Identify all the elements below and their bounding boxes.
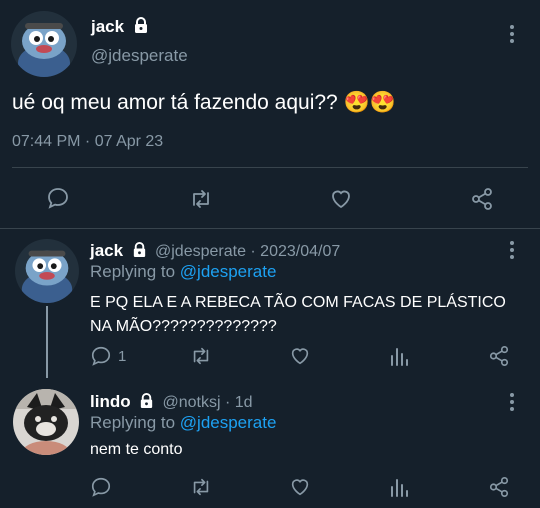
retweet-icon[interactable] [188, 187, 214, 211]
display-name[interactable]: lindo [90, 392, 131, 411]
analytics-icon[interactable] [389, 476, 409, 498]
replying-to-handle[interactable]: @jdesperate [180, 413, 277, 432]
tweet-text: nem te conto [90, 441, 183, 458]
replying-to-handle[interactable]: @jdesperate [180, 262, 277, 281]
retweet-icon[interactable] [189, 345, 213, 367]
author-row: jack @jdesperate · 2023/04/07 [90, 241, 340, 263]
avatar-image [15, 239, 79, 303]
divider [0, 228, 540, 229]
author-row: lindo @notksj · 1d [90, 392, 253, 414]
display-name[interactable]: jack [90, 241, 123, 260]
avatar[interactable] [11, 11, 77, 77]
more-icon[interactable] [509, 25, 515, 43]
tweet-text-line: E PQ ELA E A REBECA TÃO COM FACAS DE PLÁ… [90, 294, 506, 311]
avatar-image [11, 11, 77, 77]
replying-to: Replying to @jdesperate [90, 413, 276, 433]
replying-to-label: Replying to [90, 413, 180, 432]
tweet-text: E PQ ELA E A REBECA TÃO COM FACAS DE PLÁ… [90, 291, 506, 339]
tweet-meta: @jdesperate · 2023/04/07 [155, 243, 341, 260]
tweet-text: ué oq meu amor tá fazendo aqui?? 😍😍 [12, 91, 396, 114]
tweet-meta: @notksj · 1d [162, 394, 253, 411]
share-icon[interactable] [470, 187, 494, 211]
reply-icon [90, 345, 112, 367]
lock-icon [138, 392, 155, 414]
reply-count: 1 [118, 347, 127, 365]
divider [12, 167, 528, 168]
share-icon[interactable] [488, 476, 510, 498]
display-name[interactable]: jack [91, 17, 124, 36]
analytics-icon[interactable] [389, 345, 409, 367]
lock-icon [132, 16, 150, 39]
avatar[interactable] [15, 239, 79, 303]
thread-line [46, 306, 48, 378]
more-icon[interactable] [509, 241, 515, 259]
reply-icon[interactable] [90, 476, 112, 498]
like-icon[interactable] [329, 187, 353, 211]
share-icon[interactable] [488, 345, 510, 367]
more-icon[interactable] [509, 393, 515, 411]
like-icon[interactable] [289, 476, 311, 498]
handle[interactable]: @jdesperate [91, 46, 188, 66]
avatar[interactable] [13, 389, 79, 455]
like-icon[interactable] [289, 345, 311, 367]
tweet-text-line: NA MÃO?????????????? [90, 318, 277, 335]
timestamp[interactable]: 07:44 PM · 07 Apr 23 [12, 133, 163, 151]
replying-to-label: Replying to [90, 262, 180, 281]
retweet-icon[interactable] [189, 476, 213, 498]
avatar-image [13, 389, 79, 455]
replying-to: Replying to @jdesperate [90, 262, 276, 282]
author-row: jack [91, 16, 150, 39]
lock-icon [131, 241, 148, 263]
reply-icon[interactable] [46, 186, 70, 210]
reply-button[interactable]: 1 [90, 345, 126, 367]
